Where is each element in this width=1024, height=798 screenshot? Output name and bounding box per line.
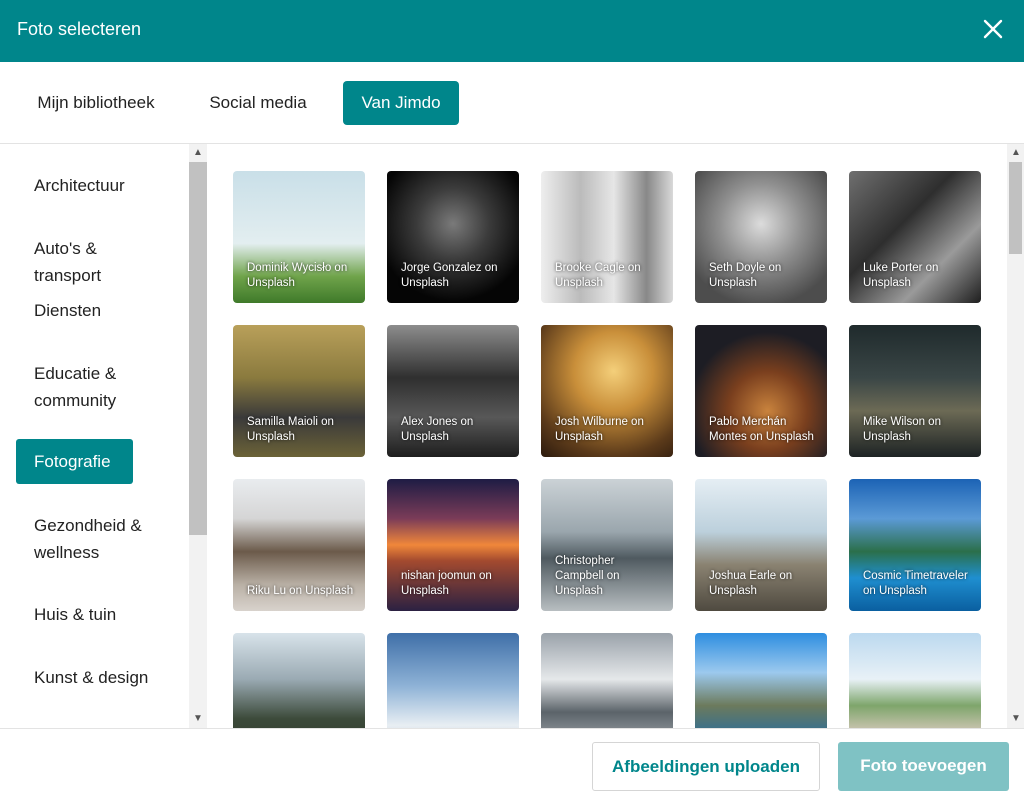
photo-credit: Samilla Maioli on Unsplash (247, 416, 334, 443)
category-architectuur[interactable]: Architectuur (16, 172, 178, 199)
photo-tile[interactable]: nishan joomun on Unsplash (387, 479, 519, 611)
photo-grid: Dominik Wycisło on Unsplash Jorge Gonzal… (207, 144, 1007, 728)
photo-credit: Joshua Earle on Unsplash (709, 570, 793, 597)
photo-tile[interactable]: Mike Wilson on Unsplash (849, 325, 981, 457)
photo-tile[interactable]: Josh Wilburne on Unsplash (541, 325, 673, 457)
photo-credit: Seth Doyle on Unsplash (709, 262, 782, 289)
category-diensten[interactable]: Diensten (16, 297, 178, 324)
photo-tile[interactable]: Seth Doyle on Unsplash (695, 171, 827, 303)
photo-tile[interactable]: Riku Lu on Unsplash (233, 479, 365, 611)
category-kunst-design[interactable]: Kunst & design (16, 664, 178, 691)
photo-tile[interactable]: Jorge Gonzalez on Unsplash (387, 171, 519, 303)
tab-social-media[interactable]: Social media (192, 81, 324, 125)
photo-tile[interactable]: Joshua Earle on Unsplash (695, 479, 827, 611)
chevron-down-icon[interactable]: ▼ (189, 710, 207, 728)
photo-tile[interactable] (695, 633, 827, 728)
photo-tile[interactable] (541, 633, 673, 728)
photo-credit: Josh Wilburne on Unsplash (555, 416, 644, 443)
photo-credit: Jorge Gonzalez on Unsplash (401, 262, 498, 289)
photo-credit: Brooke Cagle on Unsplash (555, 262, 641, 289)
dialog-title: Foto selecteren (17, 19, 142, 39)
photo-tile[interactable] (387, 633, 519, 728)
photo-tile[interactable]: Brooke Cagle on Unsplash (541, 171, 673, 303)
photo-tile[interactable]: Luke Porter on Unsplash (849, 171, 981, 303)
tab-van-jimdo[interactable]: Van Jimdo (343, 81, 459, 125)
category-gezondheid-wellness[interactable]: Gezondheid & wellness (16, 512, 178, 566)
photo-tile[interactable]: Dominik Wycisło on Unsplash (233, 171, 365, 303)
add-photo-button[interactable]: Foto toevoegen (838, 742, 1009, 791)
photo-tile[interactable]: Cosmic Timetraveler on Unsplash (849, 479, 981, 611)
photo-tile[interactable]: Alex Jones on Unsplash (387, 325, 519, 457)
category-educatie-community[interactable]: Educatie & community (16, 360, 178, 414)
grid-scrollbar-thumb[interactable] (1009, 162, 1022, 254)
category-fotografie[interactable]: Fotografie (16, 439, 133, 484)
chevron-up-icon[interactable]: ▲ (1007, 144, 1024, 162)
photo-credit: Dominik Wycisło on Unsplash (247, 262, 348, 289)
category-sidebar: Architectuur Auto's & transport Diensten… (0, 144, 189, 728)
photo-credit: Pablo Merchán Montes on Unsplash (709, 416, 814, 443)
photo-credit: Luke Porter on Unsplash (863, 262, 939, 289)
photo-credit: Alex Jones on Unsplash (401, 416, 474, 443)
photo-credit: Riku Lu on Unsplash (247, 585, 354, 597)
photo-credit: nishan joomun on Unsplash (401, 570, 492, 597)
photo-credit: Christopher Campbell on Unsplash (555, 555, 620, 597)
upload-images-button[interactable]: Afbeeldingen uploaden (592, 742, 820, 791)
photo-tile[interactable] (233, 633, 365, 728)
photo-credit: Cosmic Timetraveler on Unsplash (863, 570, 968, 597)
tab-mijn-bibliotheek[interactable]: Mijn bibliotheek (17, 81, 175, 125)
photo-credit: Mike Wilson on Unsplash (863, 416, 941, 443)
photo-tile[interactable] (849, 633, 981, 728)
sidebar-scrollbar-thumb[interactable] (189, 162, 207, 535)
category-autos-transport[interactable]: Auto's & transport (16, 235, 178, 289)
dialog-header: Foto selecteren (0, 0, 1024, 62)
close-icon[interactable] (976, 12, 1010, 46)
category-huis-tuin[interactable]: Huis & tuin (16, 601, 178, 628)
photo-tile[interactable]: Samilla Maioli on Unsplash (233, 325, 365, 457)
chevron-down-icon[interactable]: ▼ (1007, 710, 1024, 728)
chevron-up-icon[interactable]: ▲ (189, 144, 207, 162)
photo-tile[interactable]: Christopher Campbell on Unsplash (541, 479, 673, 611)
dialog-footer: Afbeeldingen uploaden Foto toevoegen (0, 728, 1024, 798)
source-tabs: Mijn bibliotheek Social media Van Jimdo (0, 62, 1024, 144)
photo-tile[interactable]: Pablo Merchán Montes on Unsplash (695, 325, 827, 457)
